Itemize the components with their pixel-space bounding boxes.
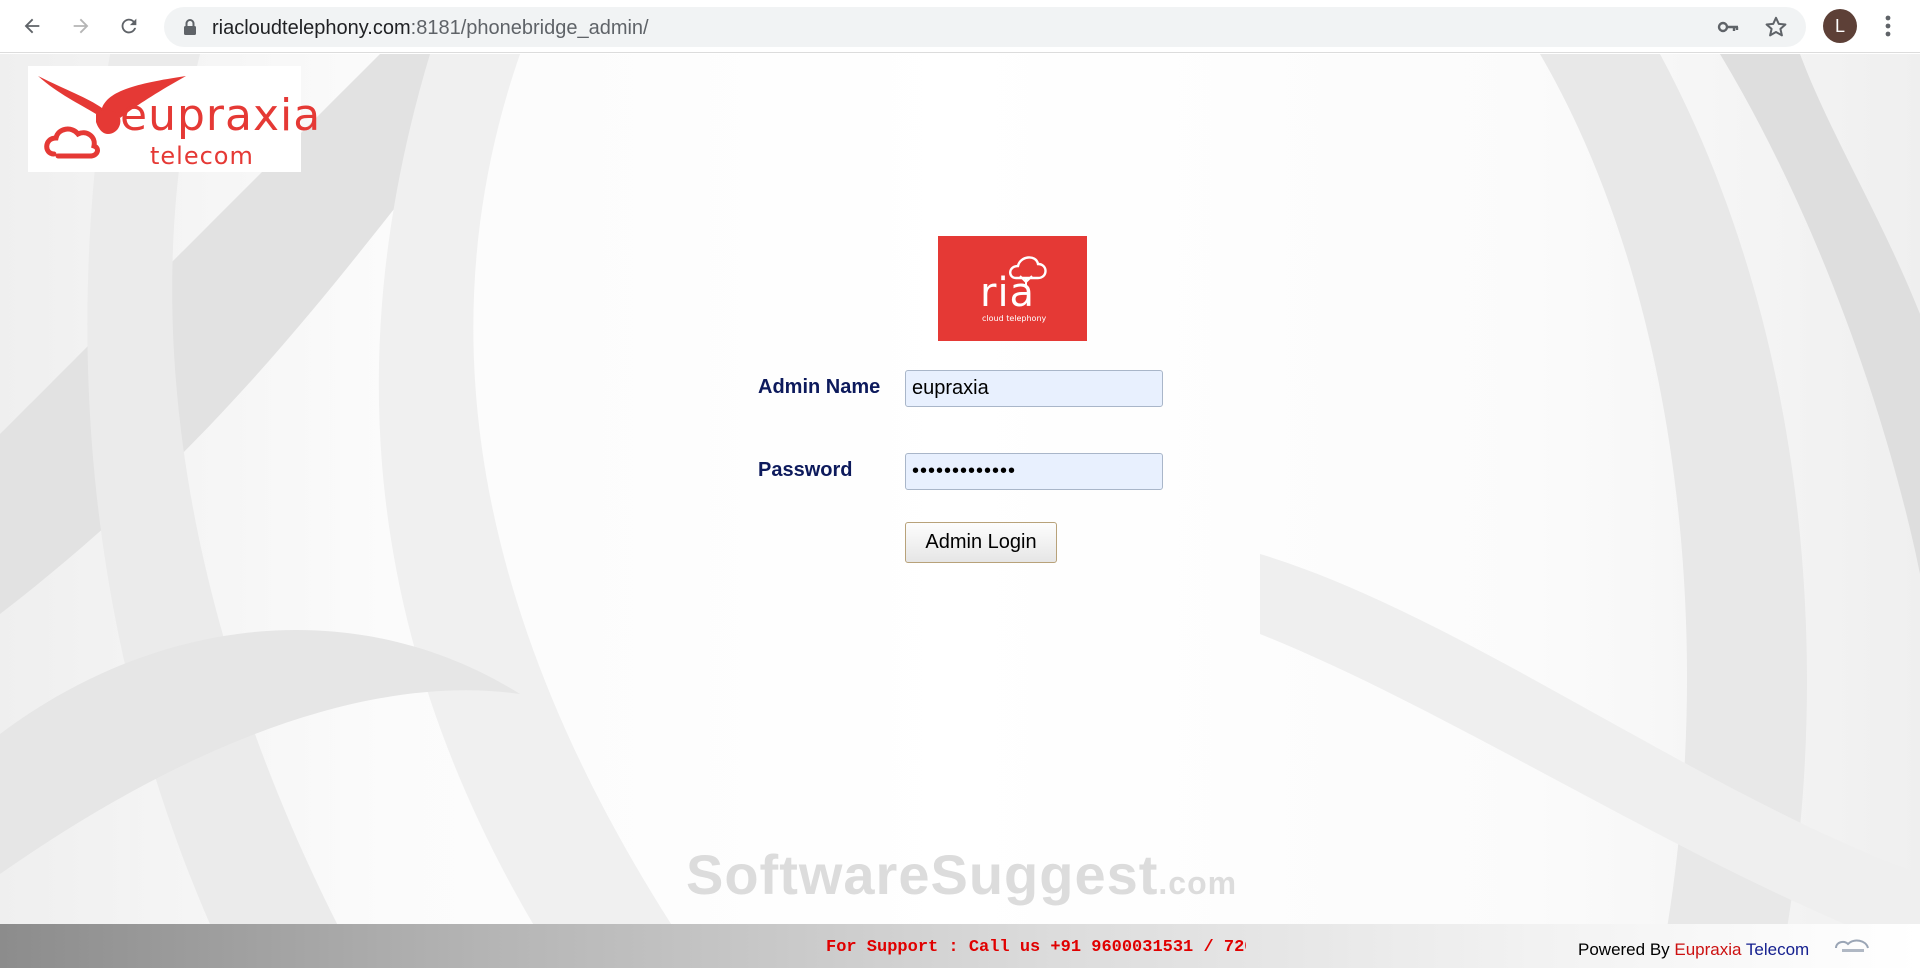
forward-button[interactable] bbox=[66, 11, 96, 41]
brand-name: eupraxia bbox=[120, 90, 322, 141]
eupraxia-logo: eupraxia telecom bbox=[28, 66, 320, 172]
footer-logo-icon bbox=[1835, 939, 1869, 952]
reload-button[interactable] bbox=[114, 11, 144, 41]
arrow-left-icon bbox=[24, 18, 40, 34]
url-host: riacloudtelephony.com bbox=[212, 17, 411, 39]
support-text: For Support : Call us +91 9600031531 / 7… bbox=[826, 938, 1246, 957]
address-bar[interactable]: riacloudtelephony.com:8181/phonebridge_a… bbox=[164, 7, 1806, 47]
admin-login-button[interactable]: Admin Login bbox=[905, 522, 1057, 563]
url-path: :8181/phonebridge_admin/ bbox=[410, 17, 649, 39]
ria-logo: ria cloud telephony bbox=[938, 236, 1087, 341]
back-button[interactable] bbox=[17, 11, 47, 41]
profile-initial: L bbox=[1834, 15, 1845, 36]
brand-subtitle: telecom bbox=[150, 142, 254, 170]
admin-name-label: Admin Name bbox=[758, 376, 881, 398]
powered-name-eupraxia: Eupraxia bbox=[1674, 940, 1742, 959]
password-label: Password bbox=[758, 459, 853, 481]
url-text: riacloudtelephony.com:8181/phonebridge_a… bbox=[212, 17, 649, 40]
admin-name-input[interactable] bbox=[905, 370, 1163, 407]
cloud-tree-icon bbox=[1009, 256, 1047, 288]
browser-toolbar: riacloudtelephony.com:8181/phonebridge_a… bbox=[0, 0, 1920, 53]
watermark-main: SoftwareSuggest bbox=[686, 843, 1159, 906]
kebab-menu-icon[interactable] bbox=[1876, 12, 1900, 40]
key-icon[interactable] bbox=[1716, 15, 1740, 39]
arrow-right-icon bbox=[73, 18, 89, 34]
login-page: eupraxia telecom ria cloud telephony Adm… bbox=[0, 54, 1920, 968]
powered-name-telecom: Telecom bbox=[1741, 940, 1810, 959]
lock-icon bbox=[184, 19, 196, 35]
ria-logo-subtitle: cloud telephony bbox=[982, 314, 1047, 323]
reload-icon bbox=[121, 18, 137, 34]
profile-avatar[interactable]: L bbox=[1823, 9, 1857, 43]
background-swirl bbox=[0, 54, 1920, 968]
star-icon[interactable] bbox=[1764, 15, 1788, 39]
powered-by-text: Powered By Eupraxia Telecom bbox=[1578, 940, 1809, 960]
watermark-tld: .com bbox=[1158, 865, 1238, 901]
softwaresuggest-watermark: SoftwareSuggest.com bbox=[686, 842, 1237, 907]
powered-prefix: Powered By bbox=[1578, 940, 1675, 959]
page-footer: For Support : Call us +91 9600031531 / 7… bbox=[0, 924, 1920, 968]
password-input[interactable] bbox=[905, 453, 1163, 490]
